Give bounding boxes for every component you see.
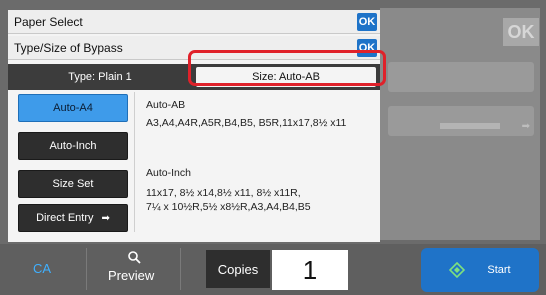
size-tab-highlight [188, 50, 386, 86]
paper-select-header: Paper Select OK [8, 10, 380, 34]
background-row [388, 62, 534, 92]
background-arrow-icon: ➡ [521, 120, 530, 132]
paper-select-title: Paper Select [14, 14, 83, 29]
start-label: Start [487, 264, 511, 276]
bottom-divider [86, 248, 87, 290]
copies-label: Copies [206, 250, 270, 288]
background-ok-button: OK [503, 18, 539, 46]
auto-inch-sizes-line1: 11x17, 8½ x14,8½ x11, 8½ x11R, [146, 187, 301, 199]
auto-inch-sizes-line2: 7¼ x 10½R,5½ x8½R,A3,A4,B4,B5 [146, 201, 311, 213]
ca-button[interactable]: CA [18, 254, 66, 282]
auto-ab-title: Auto-AB [146, 99, 186, 111]
magnifier-icon [128, 251, 141, 264]
arrow-right-icon: ➡ [101, 212, 110, 224]
diamond-start-icon [449, 262, 466, 278]
preview-label: Preview [108, 268, 155, 283]
column-divider [134, 92, 135, 232]
direct-entry-button[interactable]: Direct Entry ➡ [18, 204, 128, 232]
tab-type[interactable]: Type: Plain 1 [12, 67, 188, 87]
bypass-title: Type/Size of Bypass [14, 40, 123, 55]
bypass-dialog: Paper Select OK Type/Size of Bypass OK T… [8, 10, 380, 242]
preview-button[interactable]: Preview [94, 248, 174, 292]
start-button[interactable]: Start [421, 248, 539, 292]
size-set-button[interactable]: Size Set [18, 170, 128, 198]
background-row-label [440, 123, 500, 129]
copies-input[interactable]: 1 [272, 250, 348, 290]
auto-a4-button[interactable]: Auto-A4 [18, 94, 128, 122]
background-row-content: ➡ [440, 116, 530, 136]
bottom-divider [180, 248, 181, 290]
auto-ab-sizes: A3,A4,A4R,A5R,B4,B5, B5R,11x17,8½ x11 [146, 117, 347, 129]
direct-entry-label: Direct Entry [36, 212, 94, 224]
auto-inch-title: Auto-Inch [146, 167, 191, 179]
auto-inch-button[interactable]: Auto-Inch [18, 132, 128, 160]
paper-select-ok-button[interactable]: OK [357, 13, 377, 31]
